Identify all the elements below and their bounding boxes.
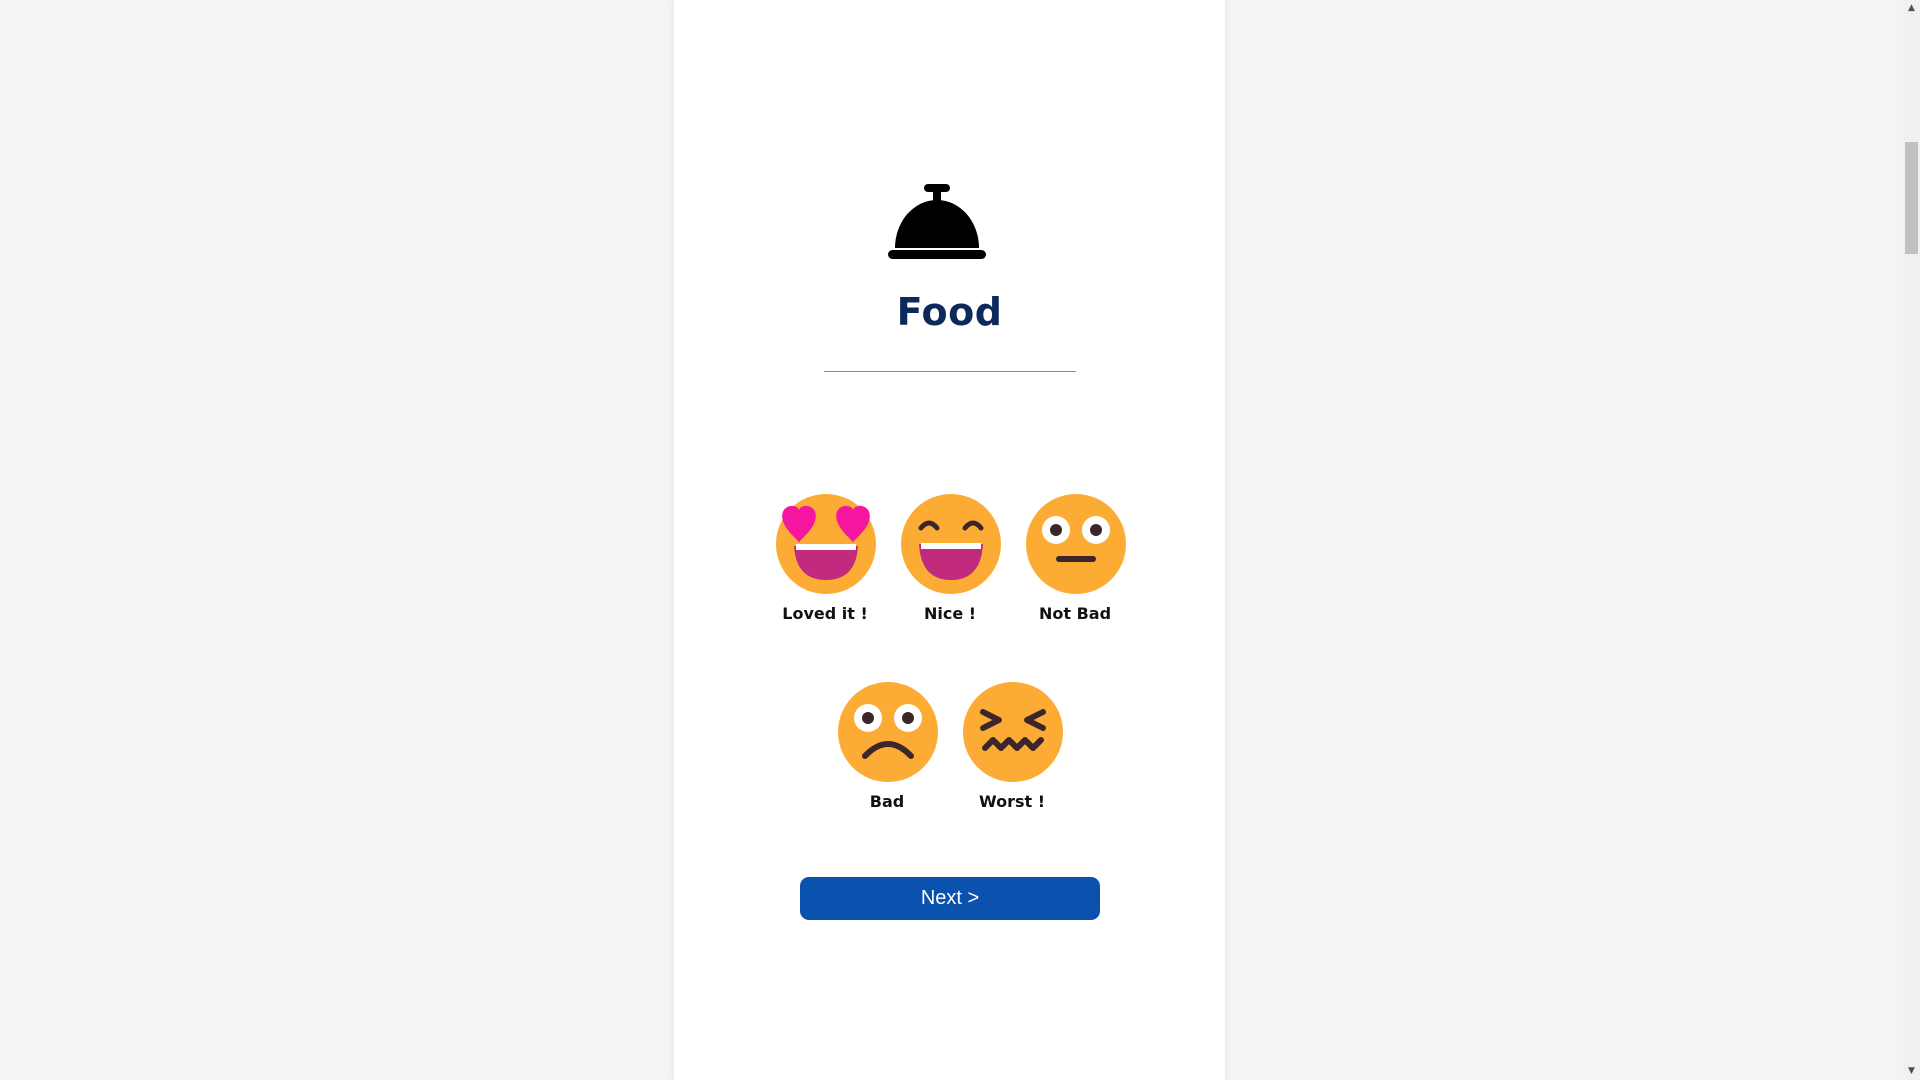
rating-label: Worst ! bbox=[979, 792, 1045, 811]
rating-option-loved-it[interactable]: Loved it ! bbox=[762, 494, 888, 634]
title-divider bbox=[824, 371, 1076, 372]
rating-option-not-bad[interactable]: Not Bad bbox=[1012, 494, 1138, 634]
rating-option-nice[interactable]: Nice ! bbox=[887, 494, 1013, 634]
rating-label: Bad bbox=[869, 792, 905, 811]
rating-label: Loved it ! bbox=[782, 604, 868, 623]
confounded-face-icon bbox=[963, 682, 1063, 782]
rating-option-worst[interactable]: Worst ! bbox=[949, 682, 1075, 822]
scroll-down-arrow-icon[interactable]: ▼ bbox=[1903, 1063, 1920, 1080]
scroll-thumb[interactable] bbox=[1905, 142, 1918, 254]
service-bell-icon bbox=[888, 184, 986, 259]
rating-label: Nice ! bbox=[923, 604, 977, 623]
frowning-face-icon bbox=[838, 682, 938, 782]
page-viewport: Food Loved it ! Nice ! Not Bad Bad Worst… bbox=[0, 0, 1920, 1080]
next-button[interactable]: Next > bbox=[800, 877, 1100, 920]
page-title: Food bbox=[896, 290, 1003, 334]
vertical-scrollbar[interactable]: ▲ ▼ bbox=[1903, 0, 1920, 1080]
neutral-face-icon bbox=[1026, 494, 1126, 594]
scroll-up-arrow-icon[interactable]: ▲ bbox=[1903, 0, 1920, 17]
grinning-face-icon bbox=[901, 494, 1001, 594]
rating-label: Not Bad bbox=[1038, 604, 1112, 623]
heart-eyes-face-icon bbox=[776, 494, 876, 594]
rating-option-bad[interactable]: Bad bbox=[824, 682, 950, 822]
